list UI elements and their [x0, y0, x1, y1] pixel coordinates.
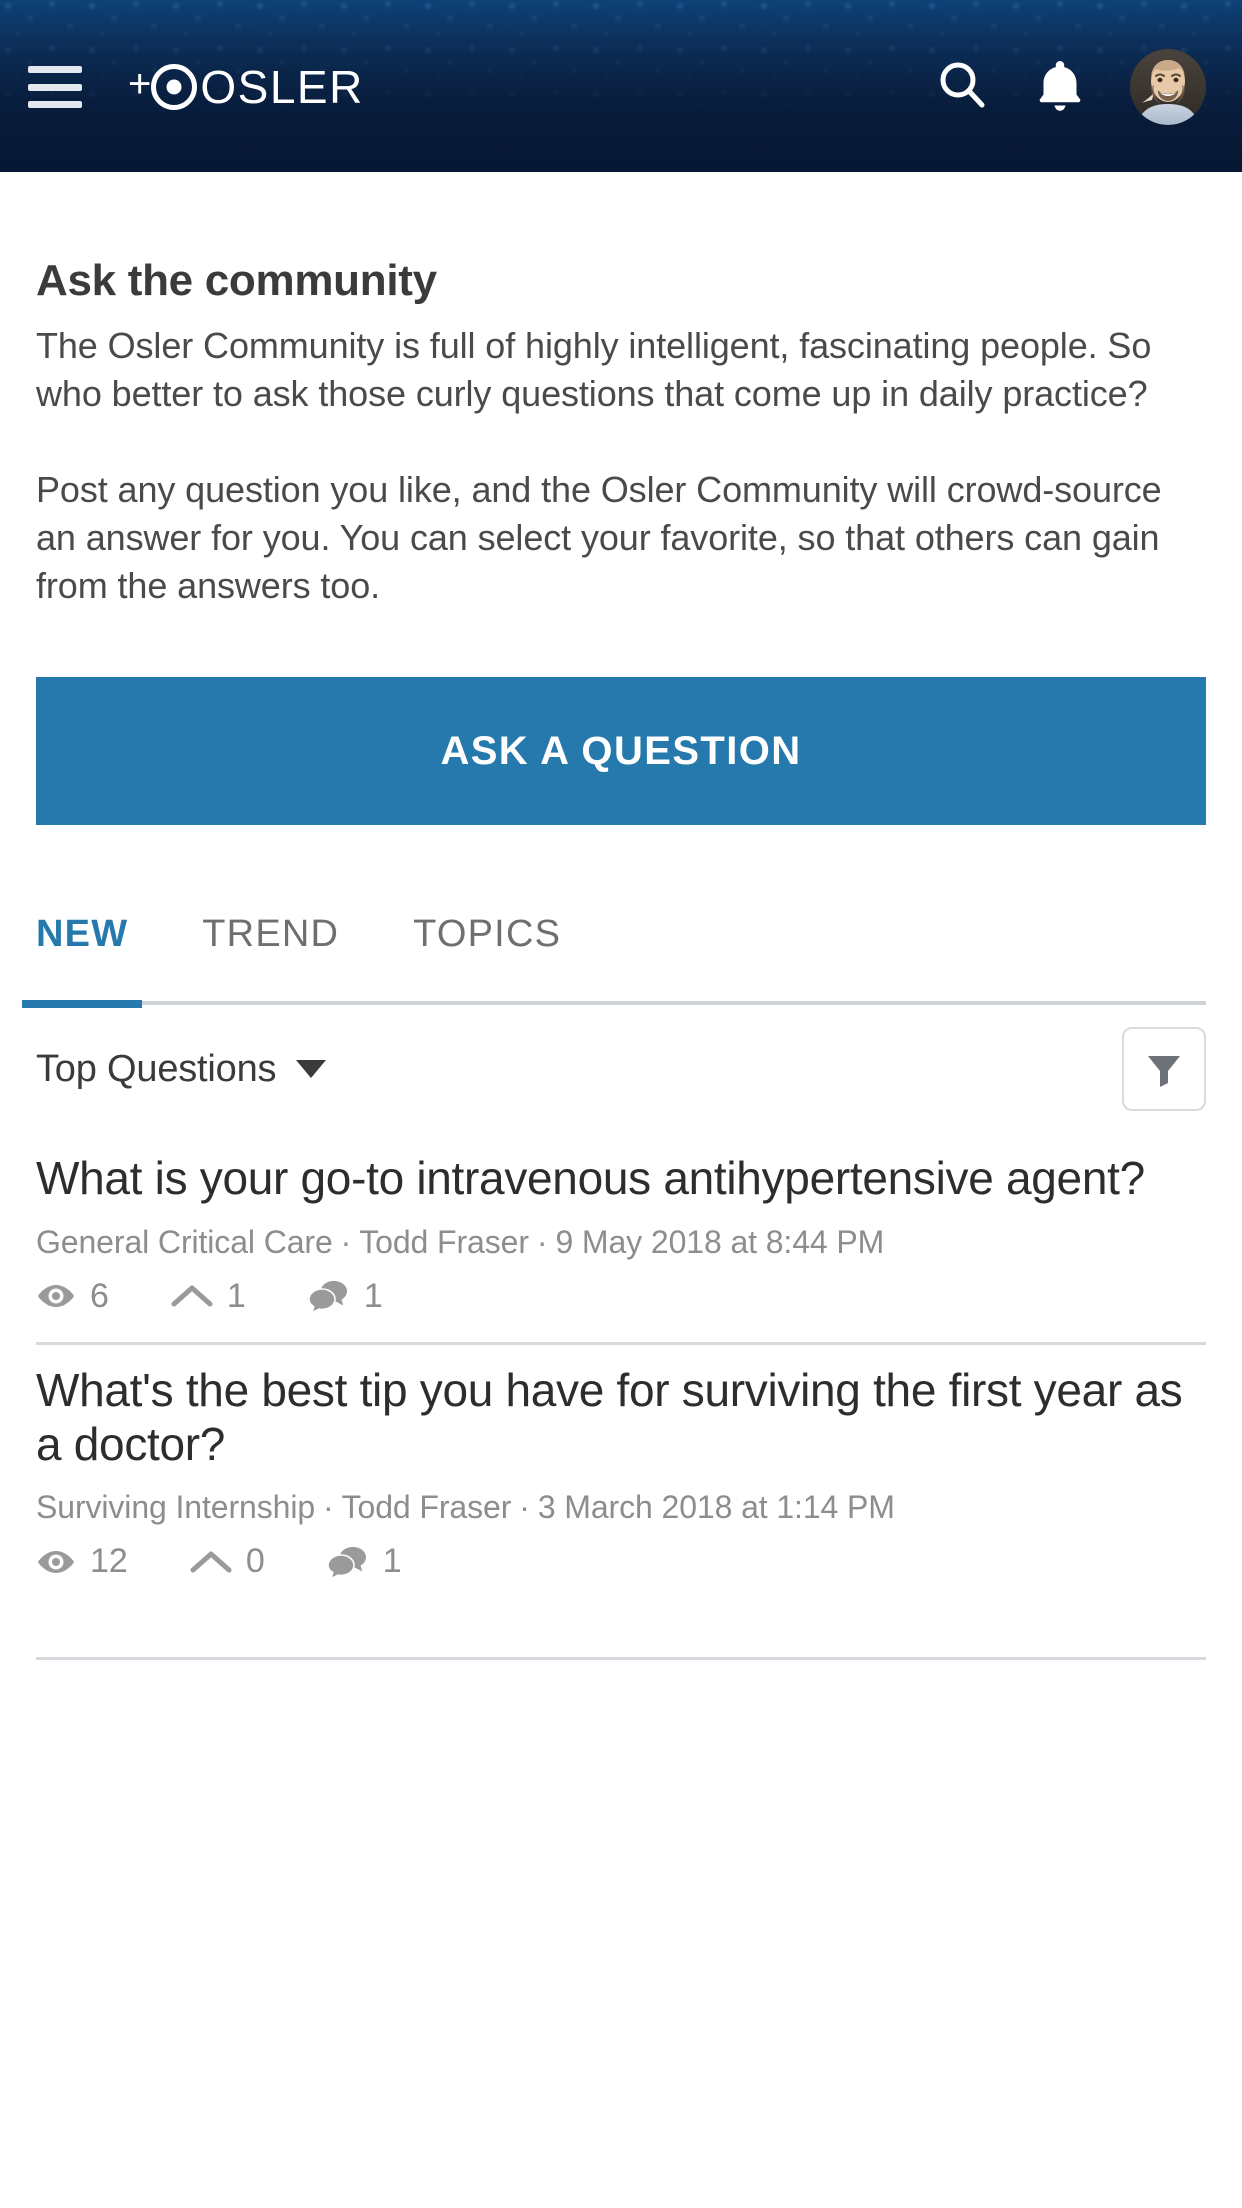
brand-o-dot-icon — [151, 64, 198, 110]
avatar[interactable] — [1130, 49, 1206, 125]
brand-logo[interactable]: + OSLER — [128, 64, 364, 110]
intro-paragraph-2: Post any question you like, and the Osle… — [36, 468, 1162, 606]
app-screen: + OSLER Ask the community The Osler Comm… — [0, 0, 1242, 2208]
chevron-down-icon — [296, 1060, 327, 1079]
upvote-chevron-icon — [190, 1548, 232, 1576]
search-icon[interactable] — [934, 57, 990, 118]
question-meta: Surviving Internship · Todd Fraser · 3 March… — [36, 1489, 1206, 1526]
question-title: What is your go-to intravenous antihyper… — [36, 1152, 1145, 1205]
hamburger-bar — [28, 66, 82, 73]
votes-count: 1 — [226, 1276, 246, 1315]
tab-topics[interactable]: TOPICS — [413, 903, 561, 956]
votes-count: 0 — [245, 1542, 265, 1581]
sort-dropdown-label: Top Questions — [36, 1047, 277, 1090]
question-stats: 6 1 1 — [36, 1277, 1206, 1316]
views-count: 6 — [90, 1276, 109, 1315]
intro-paragraph-1: The Osler Community is full of highly in… — [36, 325, 1152, 414]
votes-stat: 1 — [171, 1277, 246, 1316]
app-header: + OSLER — [0, 0, 1242, 172]
meta-separator: · — [340, 1223, 352, 1260]
brand-plus-glyph: + — [128, 62, 151, 106]
comment-bubbles-icon — [308, 1279, 350, 1314]
comments-stat: 1 — [308, 1277, 383, 1316]
hamburger-menu-icon[interactable] — [28, 66, 82, 108]
question-stats: 12 0 1 — [36, 1542, 1206, 1581]
eye-icon — [36, 1281, 76, 1311]
hamburger-bar — [28, 83, 82, 91]
page-title: Ask the community — [36, 256, 437, 305]
eye-icon — [36, 1547, 76, 1577]
tab-new[interactable]: NEW — [21, 903, 143, 1009]
meta-separator: · — [536, 1223, 548, 1260]
views-stat: 12 — [36, 1542, 128, 1581]
comments-count: 1 — [382, 1542, 402, 1581]
views-count: 12 — [90, 1542, 128, 1581]
tab-trend[interactable]: TREND — [202, 903, 339, 956]
bell-icon[interactable] — [1034, 57, 1086, 118]
views-stat: 6 — [36, 1277, 109, 1316]
main-content: Ask the community The Osler Community is… — [0, 172, 1242, 1661]
tab-bar: NEW TREND TOPICS — [21, 903, 1206, 1009]
question-topic: General Critical Care — [36, 1223, 333, 1260]
header-bar: + OSLER — [0, 46, 1242, 128]
filter-funnel-icon — [1142, 1046, 1186, 1093]
table-row[interactable]: What's the best tip you have for survivi… — [36, 1345, 1206, 1608]
meta-separator: · — [323, 1489, 334, 1526]
question-topic: Surviving Internship — [36, 1489, 316, 1526]
header-actions — [934, 49, 1206, 125]
upvote-chevron-icon — [171, 1282, 213, 1310]
question-author: Todd Fraser — [341, 1489, 512, 1526]
comments-stat: 1 — [326, 1542, 402, 1581]
question-meta: General Critical Care · Todd Fraser · 9 May … — [36, 1224, 1206, 1261]
question-author: Todd Fraser — [359, 1223, 529, 1260]
sort-dropdown[interactable]: Top Questions — [36, 1047, 327, 1091]
question-timestamp: 3 March 2018 at 1:14 PM — [537, 1489, 895, 1526]
filter-button[interactable] — [1122, 1027, 1206, 1112]
meta-separator: · — [519, 1489, 530, 1526]
question-title: What's the best tip you have for survivi… — [36, 1363, 1183, 1470]
list-controls: Top Questions — [36, 1005, 1206, 1133]
comments-count: 1 — [363, 1276, 383, 1315]
hamburger-bar — [28, 101, 82, 108]
brand-wordmark: OSLER — [200, 61, 364, 113]
comment-bubbles-icon — [326, 1545, 369, 1579]
votes-stat: 0 — [190, 1542, 265, 1581]
list-bottom-divider — [36, 1657, 1206, 1661]
table-row[interactable]: What is your go-to intravenous antihyper… — [36, 1133, 1206, 1345]
ask-a-question-button[interactable]: ASK A QUESTION — [36, 677, 1206, 826]
question-timestamp: 9 May 2018 at 8:44 PM — [555, 1223, 885, 1260]
